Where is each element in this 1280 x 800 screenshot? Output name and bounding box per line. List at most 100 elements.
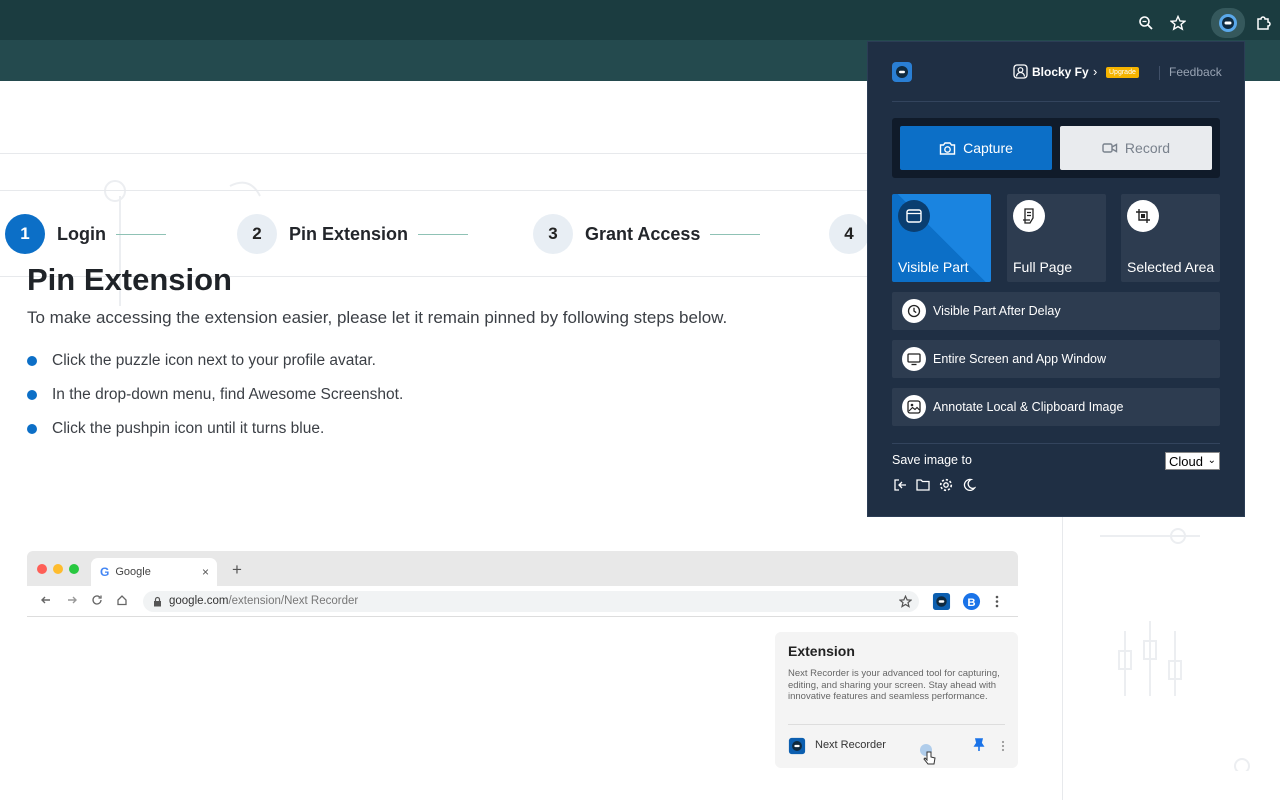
step-label: Pin Extension <box>289 223 409 244</box>
option-label: Visible Part After Delay <box>933 304 1061 318</box>
step-number: 4 <box>829 214 869 254</box>
chevron-down-icon: ⌄ <box>1207 455 1216 466</box>
user-account[interactable]: Blocky Fy <box>1013 64 1089 79</box>
step-grant-access: 3 Grant Access <box>533 214 761 254</box>
step-number: 1 <box>5 214 45 254</box>
full-page-icon <box>1013 200 1045 232</box>
new-tab-icon: + <box>232 560 242 579</box>
gear-icon[interactable] <box>938 477 953 492</box>
option-label: Annotate Local & Clipboard Image <box>933 400 1124 414</box>
chevron-right-icon: › <box>1093 64 1098 79</box>
mode-switch: Capture Record <box>892 118 1220 178</box>
user-name: Blocky Fy <box>1032 64 1089 79</box>
entire-screen-option[interactable]: Entire Screen and App Window <box>892 340 1220 378</box>
folder-icon[interactable] <box>915 477 930 492</box>
star-icon <box>899 595 912 608</box>
home-icon <box>117 595 127 606</box>
pushpin-icon <box>973 738 985 751</box>
step-four: 4 <box>829 214 869 254</box>
browser-window-icon <box>898 200 930 232</box>
next-recorder-extension-icon <box>932 592 951 611</box>
save-destination-value: Cloud <box>1169 453 1203 469</box>
sign-out-icon[interactable] <box>892 477 907 492</box>
popup-divider <box>892 443 1220 444</box>
step-number: 3 <box>533 214 573 254</box>
awesome-screenshot-extension-icon[interactable] <box>1211 8 1245 38</box>
selected-area-tile[interactable]: Selected Area <box>1121 194 1220 282</box>
step-connector <box>418 233 469 235</box>
list-item: Click the puzzle icon next to your profi… <box>27 350 403 384</box>
step-connector <box>115 233 166 235</box>
svg-text:B: B <box>967 597 975 609</box>
image-icon <box>902 395 926 419</box>
extension-popup: Blocky Fy › Upgrade Feedback Capture Rec… <box>867 41 1245 517</box>
list-item: Click the pushpin icon until it turns bl… <box>27 418 403 452</box>
back-arrow-icon <box>41 596 50 604</box>
window-minimize-dot <box>53 564 63 574</box>
tile-label: Selected Area <box>1127 259 1215 275</box>
awesome-screenshot-logo-icon <box>892 62 912 82</box>
header-separator <box>1159 66 1160 80</box>
list-item: In the drop-down menu, find Awesome Scre… <box>27 384 403 418</box>
card-title: Extension <box>788 643 855 659</box>
video-camera-icon <box>1102 143 1118 153</box>
step-login: 1 Login <box>5 214 166 254</box>
step-label: Login <box>57 223 106 244</box>
save-image-label: Save image to <box>892 453 972 467</box>
forward-arrow-icon <box>68 596 77 604</box>
browser-illustration: G Google × + google.com/extension/Next R… <box>27 551 1018 796</box>
visible-part-after-delay-option[interactable]: Visible Part After Delay <box>892 292 1220 330</box>
tile-label: Full Page <box>1013 259 1073 275</box>
page-title: Pin Extension <box>27 262 232 297</box>
tab-title: Google <box>115 566 151 578</box>
step-label: Grant Access <box>585 223 701 244</box>
popup-divider <box>892 101 1220 102</box>
extension-dropdown-card: Extension Next Recorder is your advanced… <box>775 632 1018 768</box>
tile-label: Visible Part <box>898 259 969 275</box>
card-app-name: Next Recorder <box>815 739 886 751</box>
tab-close-icon: × <box>201 565 209 579</box>
camera-icon <box>939 141 956 155</box>
upgrade-badge[interactable]: Upgrade <box>1106 67 1139 78</box>
save-destination-select[interactable]: Cloud ⌄ <box>1165 452 1220 470</box>
window-maximize-dot <box>69 564 79 574</box>
moon-icon[interactable] <box>961 477 976 492</box>
next-recorder-app-icon <box>788 737 806 755</box>
annotate-image-option[interactable]: Annotate Local & Clipboard Image <box>892 388 1220 426</box>
bookmark-star-icon[interactable] <box>1165 10 1191 36</box>
illustration-tab: G Google × <box>91 558 217 586</box>
profile-avatar-icon: B <box>962 592 981 611</box>
footer-icons <box>892 477 976 492</box>
monitor-icon <box>902 347 926 371</box>
step-connector <box>710 233 761 235</box>
zoom-icon[interactable] <box>1133 10 1159 36</box>
instruction-list: Click the puzzle icon next to your profi… <box>27 350 403 452</box>
kebab-menu-icon <box>995 595 999 608</box>
cursor-hand-icon <box>920 744 936 765</box>
user-icon <box>1013 64 1028 79</box>
card-divider <box>788 724 1005 725</box>
visible-part-tile[interactable]: Visible Part <box>892 194 991 282</box>
card-description: Next Recorder is your advanced tool for … <box>788 668 1000 702</box>
clock-icon <box>902 299 926 323</box>
kebab-menu-icon <box>1001 740 1005 752</box>
capture-label: Capture <box>963 140 1013 156</box>
window-close-dot <box>37 564 47 574</box>
page-subtitle: To make accessing the extension easier, … <box>27 308 728 327</box>
popup-header: Blocky Fy › Upgrade Feedback <box>892 62 1222 84</box>
url-domain: google.com <box>169 595 229 607</box>
feedback-link[interactable]: Feedback <box>1169 65 1222 79</box>
puzzle-icon[interactable] <box>1251 10 1277 36</box>
capture-mode-button[interactable]: Capture <box>900 126 1052 170</box>
full-page-tile[interactable]: Full Page <box>1007 194 1106 282</box>
background-doodle <box>1100 528 1250 771</box>
illustration-url: google.com/extension/Next Recorder <box>143 591 919 612</box>
record-label: Record <box>1124 140 1171 156</box>
step-pin-extension: 2 Pin Extension <box>237 214 469 254</box>
illustration-tab-bar: G Google × + <box>27 551 1018 586</box>
crop-icon <box>1127 200 1159 232</box>
record-mode-button[interactable]: Record <box>1060 126 1212 170</box>
lock-icon <box>154 596 161 607</box>
browser-toolbar <box>0 6 1280 40</box>
google-icon: G <box>100 565 110 579</box>
